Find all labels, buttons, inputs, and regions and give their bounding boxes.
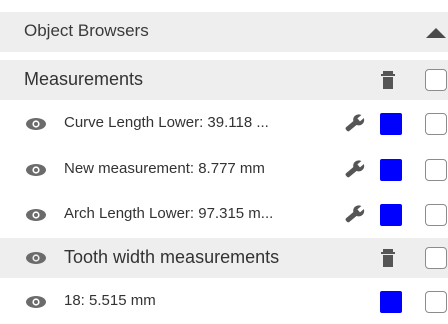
list-item[interactable]: 18: 5.515 mm	[0, 280, 448, 324]
group-label: Tooth width measurements	[64, 247, 280, 267]
caret-up-icon[interactable]	[424, 26, 448, 40]
trash-icon[interactable]	[380, 248, 396, 268]
group-label: Measurements	[24, 69, 144, 89]
group-checkbox[interactable]	[425, 69, 447, 91]
panel-header[interactable]: Object Browsers	[0, 12, 448, 52]
eye-icon[interactable]	[25, 208, 47, 222]
item-checkbox[interactable]	[425, 113, 447, 135]
list-item[interactable]: Arch Length Lower: 97.315 m...	[0, 193, 448, 237]
wrench-icon[interactable]	[340, 112, 366, 136]
group-tooth-width[interactable]: Tooth width measurements	[0, 238, 448, 278]
list-item[interactable]: Curve Length Lower: 39.118 ...	[0, 102, 448, 146]
color-swatch[interactable]	[380, 291, 402, 313]
eye-icon[interactable]	[25, 251, 47, 265]
eye-icon[interactable]	[25, 295, 47, 309]
eye-icon[interactable]	[25, 163, 47, 177]
color-swatch[interactable]	[380, 159, 402, 181]
item-label: Curve Length Lower: 39.118 ...	[64, 114, 269, 131]
item-checkbox[interactable]	[425, 204, 447, 226]
wrench-icon[interactable]	[340, 203, 366, 227]
wrench-icon[interactable]	[340, 158, 366, 182]
group-checkbox[interactable]	[425, 247, 447, 269]
color-swatch[interactable]	[380, 204, 402, 226]
group-measurements[interactable]: Measurements	[0, 60, 448, 100]
item-label: New measurement: 8.777 mm	[64, 160, 265, 177]
item-label: 18: 5.515 mm	[64, 292, 156, 309]
list-item[interactable]: New measurement: 8.777 mm	[0, 148, 448, 192]
color-swatch[interactable]	[380, 113, 402, 135]
panel-title: Object Browsers	[24, 21, 149, 40]
item-checkbox[interactable]	[425, 159, 447, 181]
eye-icon[interactable]	[25, 117, 47, 131]
item-label: Arch Length Lower: 97.315 m...	[64, 205, 274, 222]
trash-icon[interactable]	[380, 70, 396, 90]
item-checkbox[interactable]	[425, 291, 447, 313]
